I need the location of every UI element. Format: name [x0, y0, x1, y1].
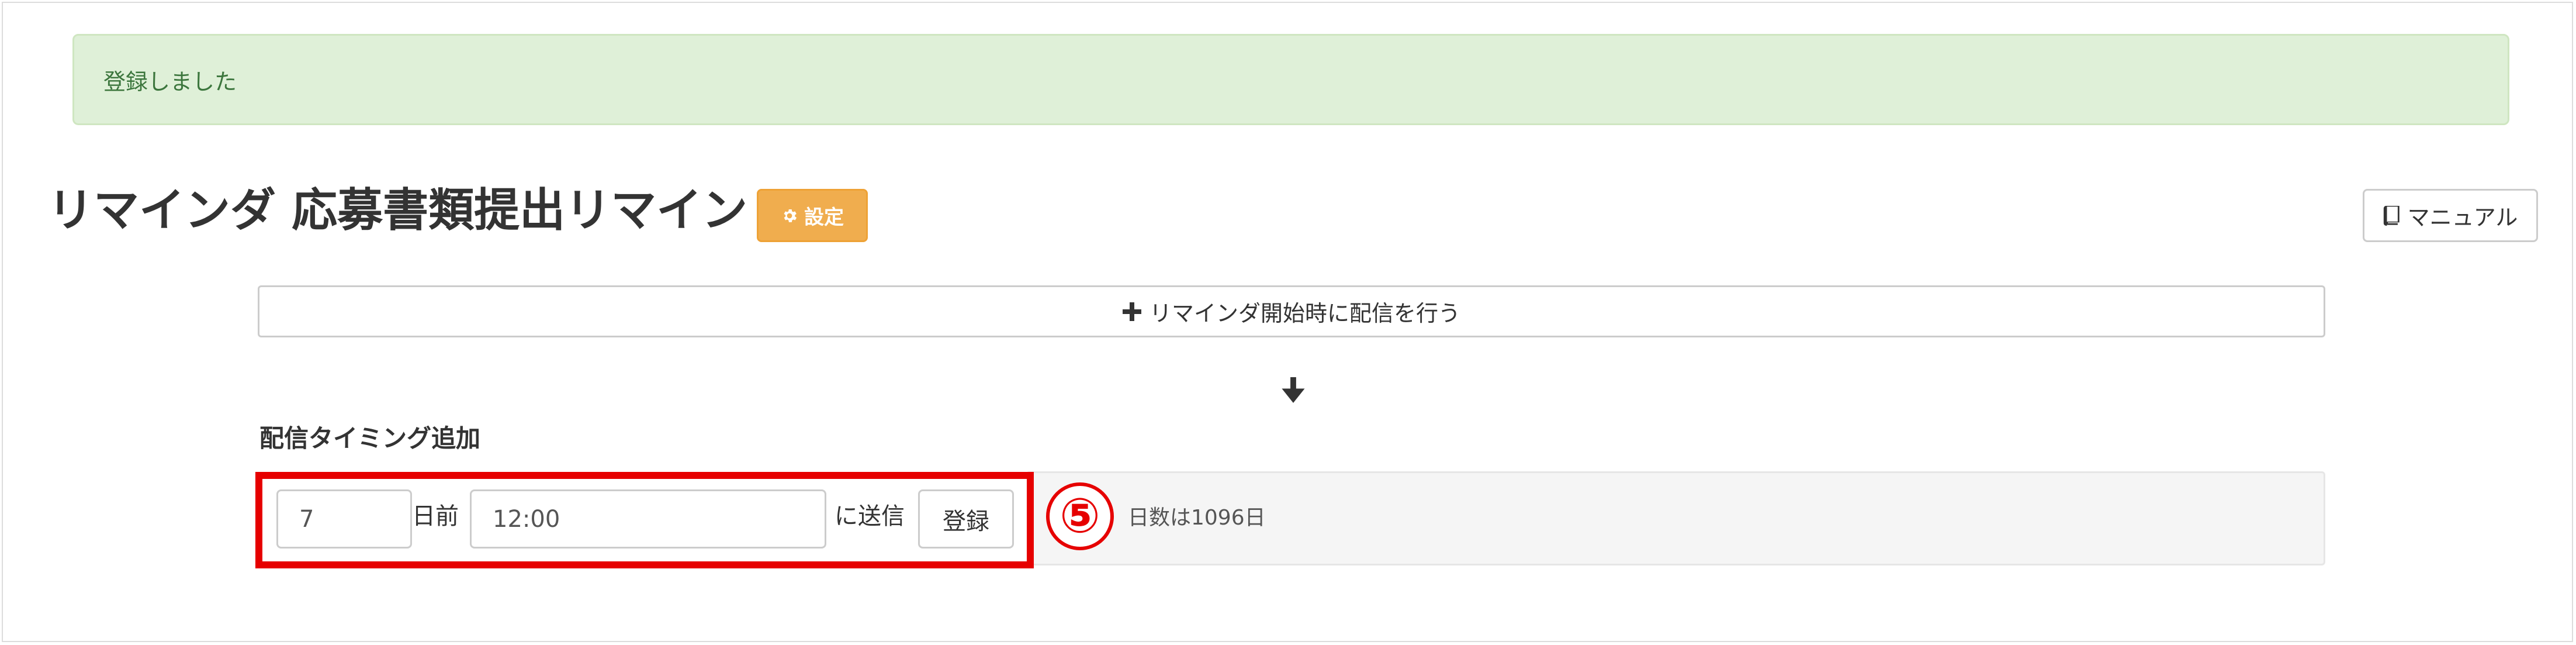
days-before-input[interactable] [276, 489, 412, 549]
alert-message: 登録しました [103, 68, 237, 95]
settings-label: 設定 [804, 206, 844, 229]
register-button[interactable]: 登録 [918, 489, 1014, 549]
settings-button[interactable]: 設定 [757, 189, 868, 242]
page-title: リマインダ 応募書類提出リマインド [48, 184, 794, 237]
send-time-input[interactable] [470, 489, 826, 549]
days-info-text: 日数は1096日 [1128, 506, 1266, 530]
step-number-badge: ⑤ [1046, 482, 1114, 550]
start-button-label: リマインダ開始時に配信を行う [1149, 302, 1460, 326]
success-alert: 登録しました [72, 34, 2509, 125]
book-icon [2383, 205, 2400, 226]
manual-label: マニュアル [2407, 206, 2518, 230]
plus-icon [1122, 302, 1141, 321]
arrow-down-icon [1282, 377, 1305, 403]
send-label: に送信 [835, 503, 905, 530]
gear-icon [784, 209, 797, 222]
manual-button[interactable]: マニュアル [2363, 189, 2538, 242]
timing-section-label: 配信タイミング追加 [259, 424, 481, 453]
days-before-label: 日前 [412, 503, 459, 530]
add-start-delivery-button[interactable]: リマインダ開始時に配信を行う [258, 285, 2325, 337]
